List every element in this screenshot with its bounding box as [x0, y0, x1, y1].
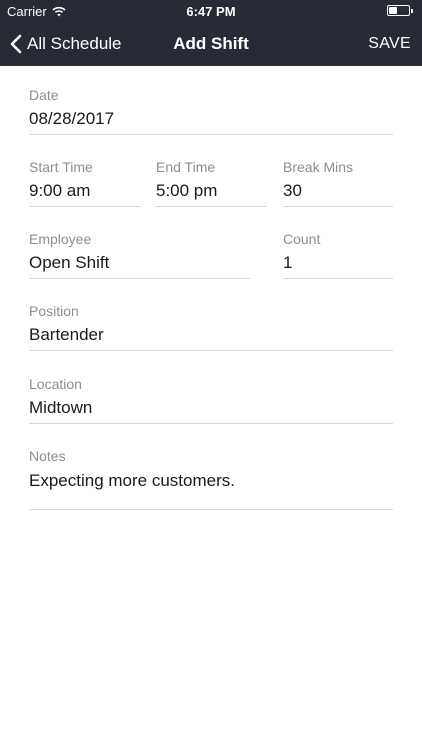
back-button[interactable]: All Schedule — [10, 22, 122, 66]
count-label: Count — [283, 231, 321, 247]
top-bar: Carrier 6:47 PM All Schedule Add Shift S… — [0, 0, 422, 66]
start-time-field: Start Time — [29, 159, 140, 207]
location-input[interactable] — [29, 398, 393, 424]
battery-icon — [387, 5, 413, 16]
position-input[interactable] — [29, 325, 393, 351]
end-time-label: End Time — [156, 159, 216, 175]
count-field: Count — [283, 231, 393, 279]
count-input[interactable] — [283, 253, 393, 279]
chevron-left-icon — [10, 34, 22, 54]
end-time-field: End Time — [156, 159, 267, 207]
end-time-input[interactable] — [156, 181, 267, 207]
notes-field: Notes Expecting more customers. — [29, 448, 393, 510]
save-button[interactable]: SAVE — [368, 22, 411, 66]
employee-label: Employee — [29, 231, 92, 247]
position-label: Position — [29, 303, 79, 319]
date-input[interactable] — [29, 109, 393, 135]
start-time-label: Start Time — [29, 159, 93, 175]
status-time: 6:47 PM — [186, 4, 236, 19]
navigation-bar: All Schedule Add Shift SAVE — [0, 22, 422, 66]
employee-field: Employee — [29, 231, 250, 279]
location-field: Location — [29, 376, 393, 424]
back-button-label: All Schedule — [27, 34, 122, 53]
position-field: Position — [29, 303, 393, 351]
break-mins-input[interactable] — [283, 181, 393, 207]
break-mins-label: Break Mins — [283, 159, 354, 175]
notes-input[interactable]: Expecting more customers. — [29, 470, 393, 510]
date-field: Date — [29, 87, 393, 135]
status-bar: Carrier 6:47 PM — [0, 0, 422, 22]
notes-label: Notes — [29, 448, 66, 464]
date-label: Date — [29, 87, 59, 103]
start-time-input[interactable] — [29, 181, 140, 207]
break-mins-field: Break Mins — [283, 159, 393, 207]
location-label: Location — [29, 376, 82, 392]
employee-input[interactable] — [29, 253, 250, 279]
